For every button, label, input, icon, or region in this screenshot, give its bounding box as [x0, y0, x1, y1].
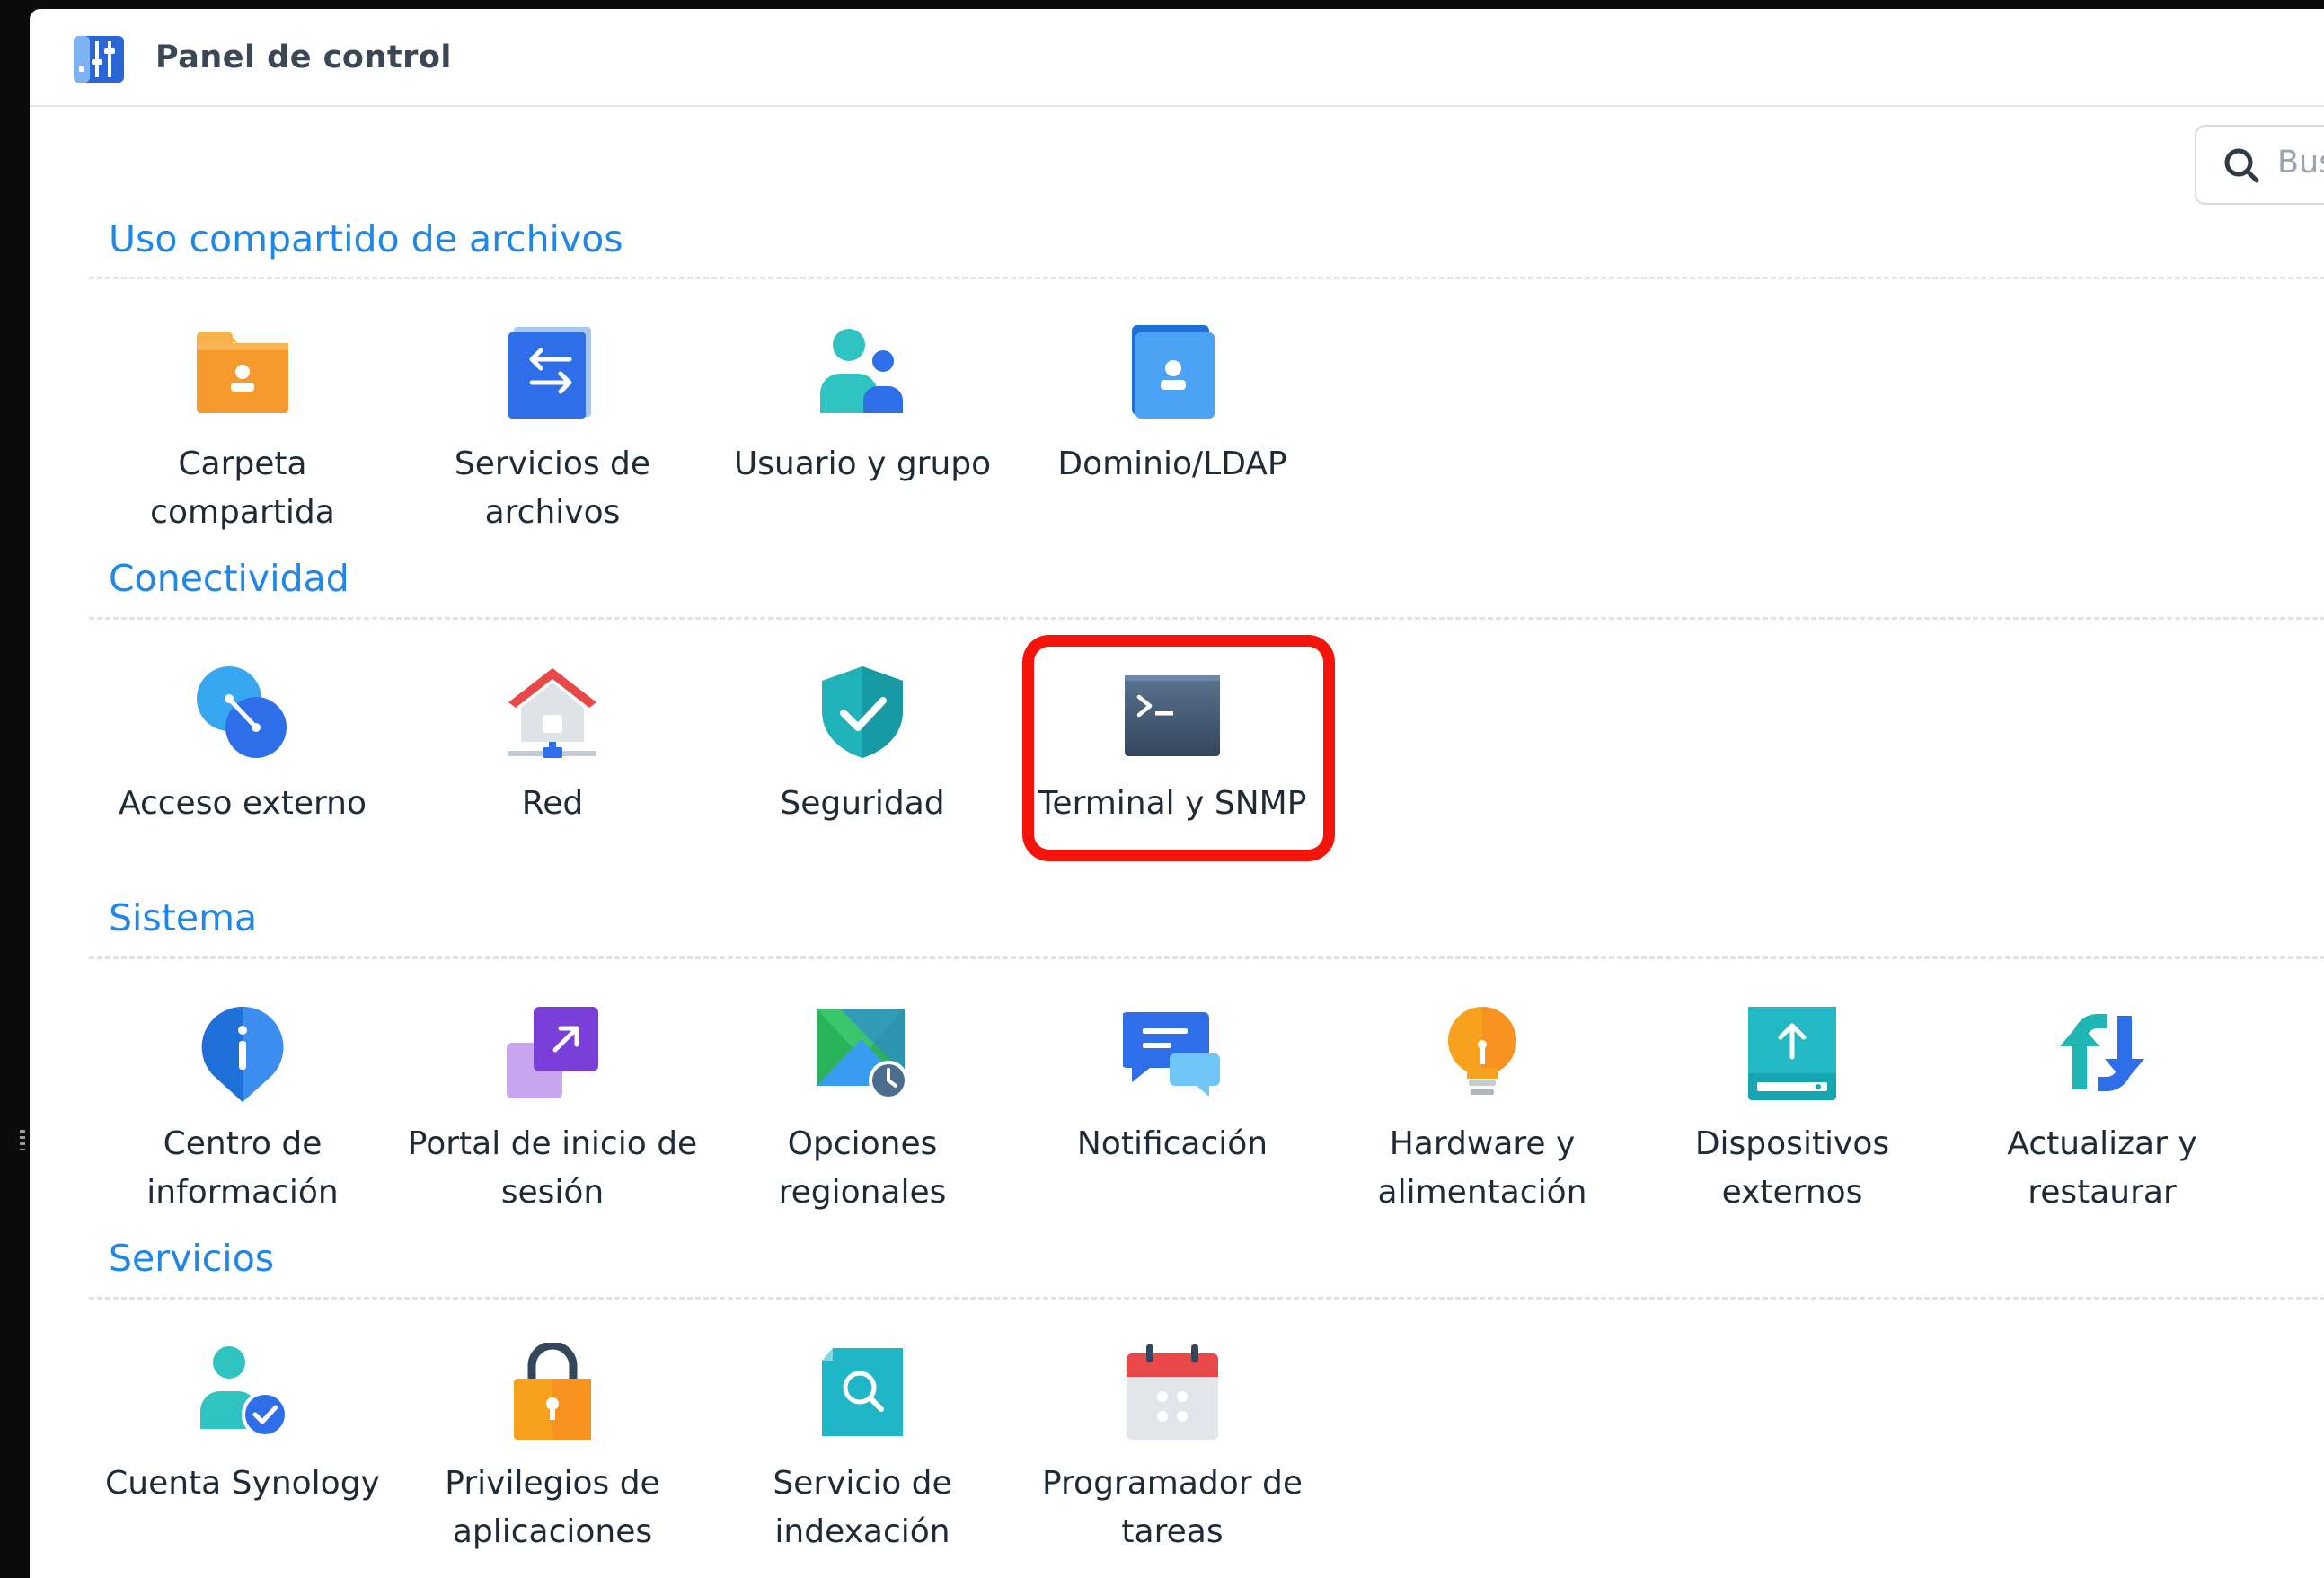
login-portal-icon [507, 1007, 598, 1098]
item-synology-account[interactable]: Cuenta Synology [90, 1343, 395, 1558]
item-label: Privilegios de aplicaciones [445, 1465, 660, 1550]
item-login-portal[interactable]: Portal de inicio de sesión [400, 1003, 705, 1219]
item-update-restore[interactable]: Actualizar y restaurar [1949, 1003, 2255, 1219]
item-label: Opciones regionales [778, 1125, 947, 1211]
app-privileges-icon [514, 1343, 591, 1440]
item-label: Actualizar y restaurar [2007, 1125, 2197, 1211]
section-title-connectivity: Conectividad [109, 557, 349, 600]
item-label: Cuenta Synology [105, 1465, 380, 1502]
synology-account-icon [200, 1346, 288, 1438]
regional-options-icon [817, 1009, 908, 1100]
item-regional-options[interactable]: Opciones regionales [710, 1003, 1015, 1219]
security-shield-icon [822, 666, 903, 758]
search-icon [2224, 148, 2259, 183]
section-divider [89, 1297, 2324, 1300]
item-indexing-service[interactable]: Servicio de indexación [710, 1343, 1015, 1558]
item-external-access[interactable]: Acceso externo [90, 663, 395, 878]
item-domain-ldap[interactable]: Dominio/LDAP [1020, 323, 1325, 539]
item-app-privileges[interactable]: Privilegios de aplicaciones [400, 1343, 705, 1558]
section-title-services: Servicios [109, 1237, 275, 1280]
item-label: Red [521, 785, 584, 822]
item-file-services[interactable]: Servicios de archivos [400, 323, 705, 539]
item-label: Servicios de archivos [454, 445, 651, 531]
item-label: Acceso externo [118, 785, 367, 822]
domain-ldap-icon [1132, 325, 1215, 419]
item-task-scheduler[interactable]: Programador de tareas [1020, 1343, 1325, 1558]
item-label: Centro de información [146, 1125, 339, 1211]
item-label: Carpeta compartida [150, 445, 335, 531]
hardware-power-icon [1448, 1007, 1516, 1095]
item-network[interactable]: Red [400, 663, 705, 878]
item-hardware-power[interactable]: Hardware y alimentación [1330, 1003, 1635, 1219]
network-icon [508, 668, 596, 758]
update-restore-icon [2060, 1014, 2144, 1091]
item-label: Notificación [1076, 1125, 1268, 1162]
notification-icon [1123, 1012, 1220, 1097]
item-security[interactable]: Seguridad [710, 663, 1015, 878]
item-label: Usuario y grupo [733, 445, 992, 482]
item-label: Servicio de indexación [773, 1465, 952, 1550]
section-divider [89, 277, 2324, 279]
item-notification[interactable]: Notificación [1020, 1003, 1325, 1219]
task-scheduler-icon [1127, 1344, 1218, 1440]
info-center-icon [201, 1006, 284, 1102]
item-label: Hardware y alimentación [1377, 1125, 1587, 1211]
item-label: Programador de tareas [1041, 1465, 1303, 1550]
search-input[interactable]: Bus [2195, 125, 2324, 205]
control-panel-app-icon [74, 36, 124, 83]
window-title: Panel de control [155, 40, 452, 75]
title-bar: Panel de control [30, 9, 2324, 107]
search-placeholder: Bus [2277, 145, 2324, 181]
item-label: Dominio/LDAP [1057, 445, 1287, 482]
control-panel-window: Panel de control Bus Uso compartido de a… [30, 9, 2324, 1578]
item-label: Portal de inicio de sesión [407, 1125, 698, 1211]
shared-folder-icon [197, 332, 288, 413]
user-group-icon [820, 329, 903, 413]
item-label: Dispositivos externos [1694, 1125, 1890, 1211]
external-access-icon [197, 666, 287, 758]
external-devices-icon [1748, 1007, 1836, 1100]
section-title-system: Sistema [109, 896, 258, 939]
item-user-group[interactable]: Usuario y grupo [710, 323, 1015, 539]
file-services-icon [508, 327, 591, 419]
window-resize-grip[interactable] [20, 1130, 25, 1150]
section-divider [89, 956, 2324, 959]
highlight-annotation [1022, 635, 1335, 861]
item-label: Seguridad [780, 785, 945, 822]
item-external-devices[interactable]: Dispositivos externos [1639, 1003, 1945, 1219]
section-divider [89, 617, 2324, 620]
indexing-service-icon [822, 1348, 903, 1436]
item-shared-folder[interactable]: Carpeta compartida [90, 323, 395, 539]
section-title-file-sharing: Uso compartido de archivos [109, 217, 623, 260]
item-info-center[interactable]: Centro de información [90, 1003, 395, 1219]
